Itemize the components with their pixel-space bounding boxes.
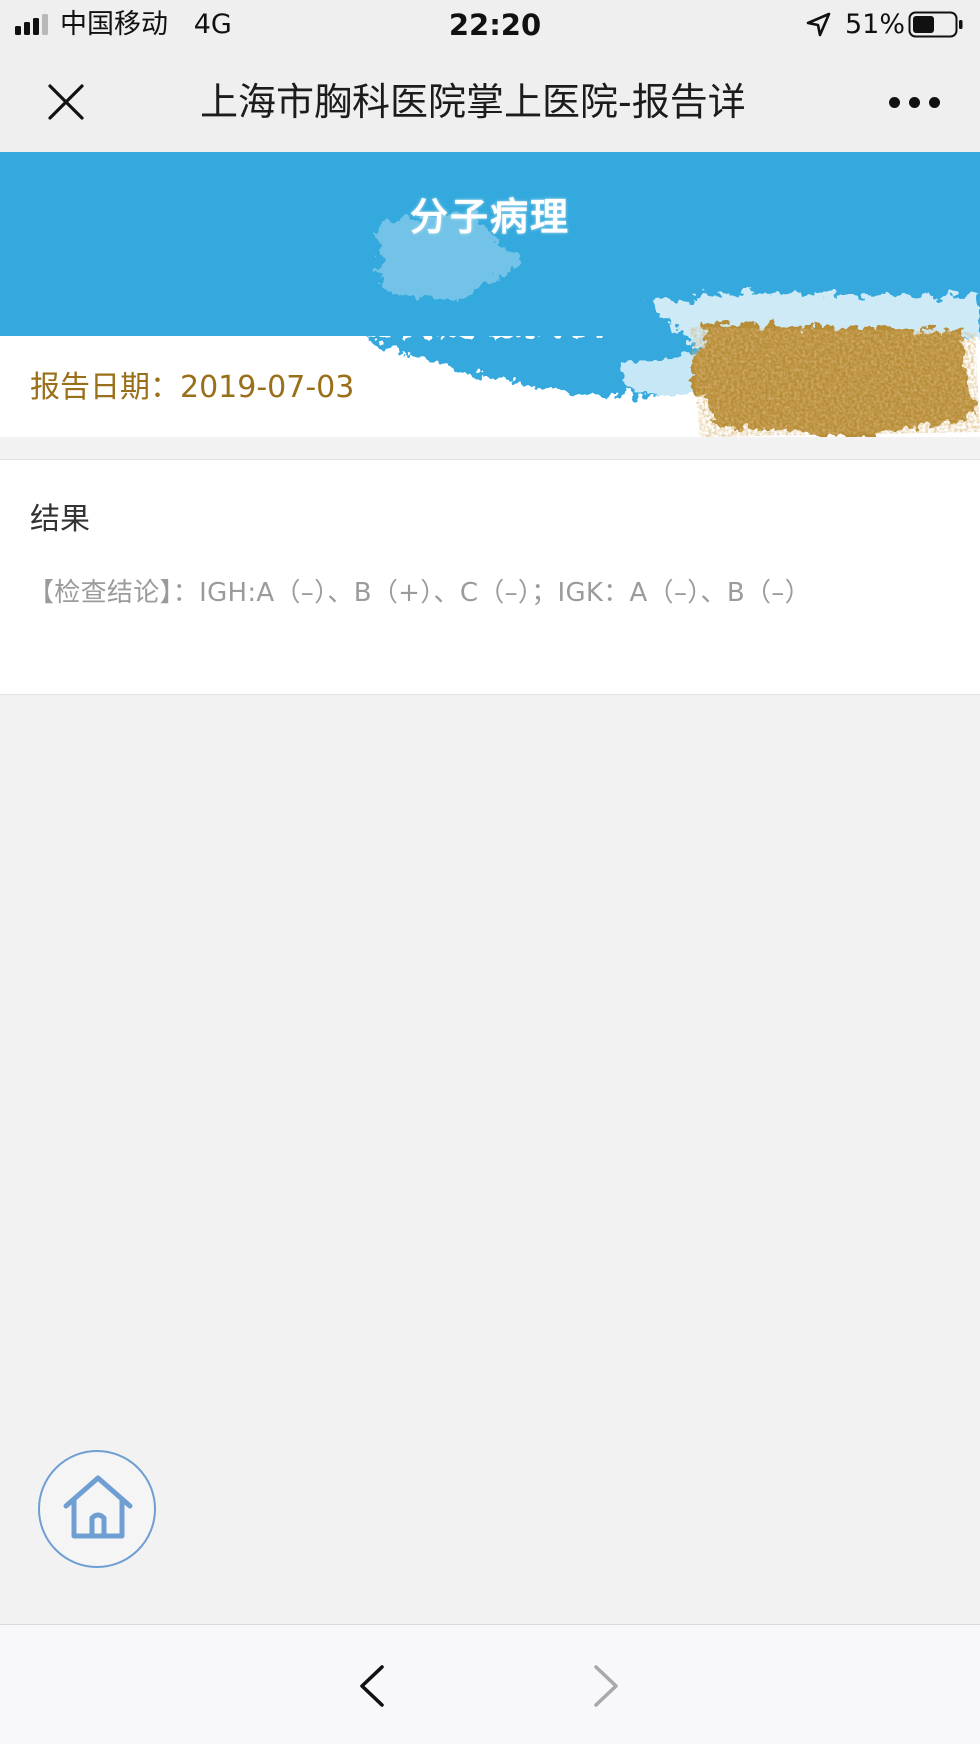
report-date-value: 2019-07-03 xyxy=(180,370,355,405)
location-arrow-icon xyxy=(806,12,831,37)
more-icon[interactable] xyxy=(880,88,950,116)
battery-icon xyxy=(908,11,963,38)
result-section: 结果 【检查结论】：IGH:A（–）、B（+）、C（–）；IGK：A（–）、B（… xyxy=(0,460,980,695)
forward-arrow-icon[interactable] xyxy=(586,1661,626,1711)
page-title: 上海市胸科医院掌上医院-报告详 xyxy=(200,80,746,124)
result-heading: 结果 xyxy=(30,502,90,537)
close-icon[interactable] xyxy=(40,76,92,128)
status-bar: 中国移动 4G 22:20 51% xyxy=(0,0,980,52)
report-banner: 分子病理 报告日期：2019-07-03 xyxy=(0,152,980,457)
home-icon xyxy=(63,1475,133,1539)
battery-percent: 51% xyxy=(845,9,906,40)
result-conclusion: 【检查结论】：IGH:A（–）、B（+）、C（–）；IGK：A（–）、B（–） xyxy=(28,578,811,608)
home-button[interactable] xyxy=(38,1450,156,1568)
nav-bar: 上海市胸科医院掌上医院-报告详 xyxy=(0,52,980,152)
report-date: 报告日期：2019-07-03 xyxy=(30,366,354,410)
section-divider xyxy=(0,437,980,460)
back-arrow-icon[interactable] xyxy=(352,1661,392,1711)
title-fade xyxy=(745,74,800,130)
bottom-toolbar xyxy=(0,1624,980,1744)
status-time: 22:20 xyxy=(448,8,542,42)
report-date-label: 报告日期： xyxy=(30,370,180,405)
banner-title: 分子病理 xyxy=(409,195,570,239)
